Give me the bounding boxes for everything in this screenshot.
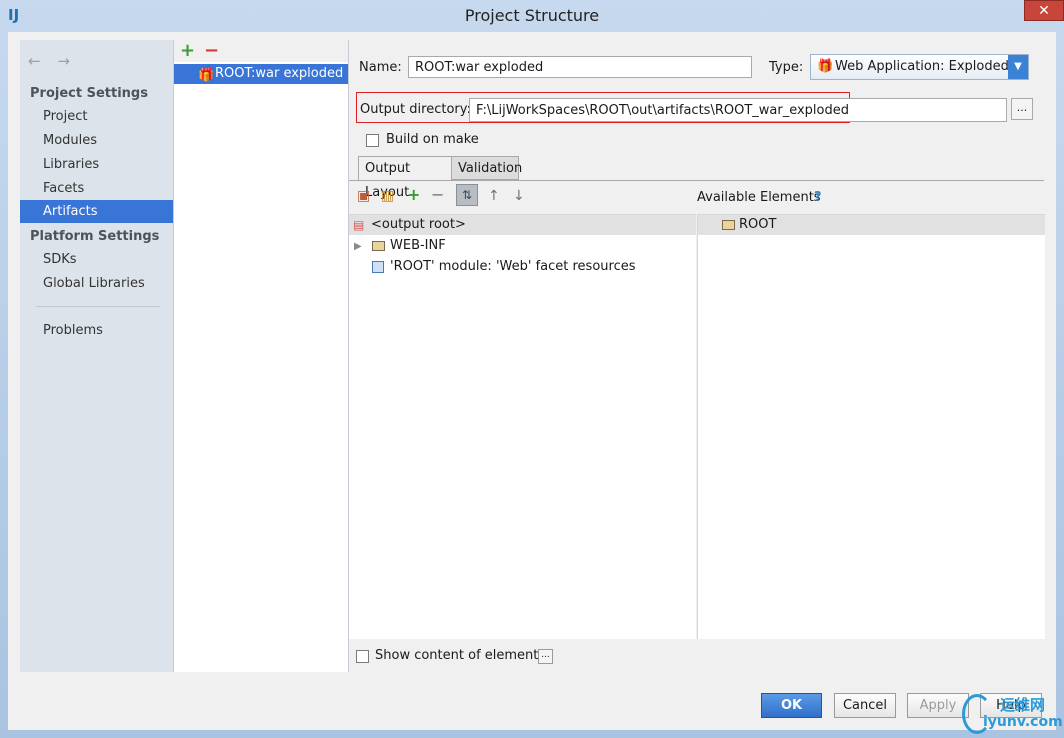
- project-structure-window: IJ Project Structure ✕ ← → Project Setti…: [0, 0, 1064, 738]
- build-on-make-checkbox[interactable]: [366, 134, 379, 147]
- add-element-icon[interactable]: +: [407, 185, 420, 204]
- tree-item-output-root[interactable]: <output root>: [371, 217, 466, 232]
- artifact-item[interactable]: 🎁 ROOT:war exploded: [174, 64, 348, 84]
- nav-item-artifacts[interactable]: Artifacts: [20, 200, 173, 223]
- create-directory-icon[interactable]: ▣: [357, 188, 370, 204]
- browse-button[interactable]: ...: [1011, 98, 1033, 120]
- artifact-editor: Name: ROOT:war exploded Type: 🎁 Web Appl…: [349, 40, 1045, 672]
- web-app-icon: 🎁: [817, 59, 834, 74]
- watermark-en: iyunv.com: [983, 714, 1063, 730]
- module-icon: [372, 261, 384, 273]
- nav-item-facets[interactable]: Facets: [20, 177, 173, 200]
- nav-arrows: ← →: [28, 52, 82, 70]
- move-down-icon[interactable]: ↓: [513, 188, 525, 204]
- show-content-checkbox[interactable]: [356, 650, 369, 663]
- close-button[interactable]: ✕: [1024, 0, 1064, 21]
- type-select[interactable]: 🎁 Web Application: Exploded ▼: [810, 54, 1029, 80]
- add-artifact-icon[interactable]: +: [180, 40, 195, 61]
- nav-item-libraries[interactable]: Libraries: [20, 153, 173, 176]
- build-on-make-label[interactable]: Build on make: [386, 132, 479, 147]
- remove-element-icon[interactable]: −: [431, 185, 444, 204]
- title-bar: IJ Project Structure ✕: [0, 0, 1064, 32]
- tree-item-web-inf[interactable]: WEB-INF: [390, 238, 446, 253]
- tab-divider: [349, 180, 1044, 181]
- expand-arrow-icon[interactable]: ▶: [354, 241, 362, 252]
- nav-item-problems[interactable]: Problems: [20, 319, 173, 342]
- available-elements-label: Available Elements: [697, 190, 821, 205]
- output-root-icon: ▤: [353, 218, 365, 232]
- output-layout-tree: ▤ <output root> ▶ WEB-INF 'ROOT' module:…: [349, 214, 696, 639]
- watermark-cn: 运维网: [1000, 696, 1046, 714]
- chevron-down-icon[interactable]: ▼: [1008, 55, 1028, 79]
- nav-section-project-settings: Project Settings: [30, 86, 148, 101]
- type-label: Type:: [769, 60, 804, 75]
- tree-item-facet-resources[interactable]: 'ROOT' module: 'Web' facet resources: [390, 259, 636, 274]
- dialog-body: ← → Project Settings Project Modules Lib…: [8, 32, 1056, 730]
- show-content-label[interactable]: Show content of elements: [375, 648, 545, 663]
- output-directory-input[interactable]: F:\LijWorkSpaces\ROOT\out\artifacts\ROOT…: [469, 98, 1007, 122]
- show-content-options-button[interactable]: ...: [538, 649, 553, 664]
- apply-button[interactable]: Apply: [907, 693, 969, 718]
- cancel-button[interactable]: Cancel: [834, 693, 896, 718]
- remove-artifact-icon[interactable]: −: [204, 40, 219, 61]
- ok-button[interactable]: OK: [761, 693, 822, 718]
- artifacts-toolbar: + −: [174, 40, 348, 62]
- artifact-item-label: ROOT:war exploded: [215, 66, 344, 81]
- forward-arrow-icon[interactable]: →: [57, 52, 70, 70]
- folder-icon: [722, 220, 735, 230]
- name-input[interactable]: ROOT:war exploded: [408, 56, 752, 78]
- available-item-root[interactable]: ROOT: [739, 217, 776, 232]
- name-label: Name:: [359, 60, 402, 75]
- tab-output-layout[interactable]: Output Layout: [358, 156, 452, 200]
- artifacts-list-panel: + − 🎁 ROOT:war exploded: [174, 40, 349, 672]
- back-arrow-icon[interactable]: ←: [28, 52, 41, 70]
- window-title: Project Structure: [464, 6, 600, 25]
- settings-nav: ← → Project Settings Project Modules Lib…: [20, 40, 174, 672]
- type-select-value: Web Application: Exploded: [835, 59, 1009, 74]
- nav-item-project[interactable]: Project: [20, 105, 173, 128]
- help-icon[interactable]: ?: [814, 190, 822, 205]
- nav-item-sdks[interactable]: SDKs: [20, 248, 173, 271]
- nav-section-platform-settings: Platform Settings: [30, 229, 160, 244]
- output-directory-label: Output directory:: [360, 102, 471, 117]
- nav-item-modules[interactable]: Modules: [20, 129, 173, 152]
- folder-icon: [372, 241, 385, 251]
- war-artifact-icon: 🎁: [198, 68, 215, 83]
- move-up-icon[interactable]: ↑: [488, 188, 500, 204]
- nav-item-global-libraries[interactable]: Global Libraries: [20, 272, 173, 295]
- nav-divider: [36, 306, 160, 307]
- tab-validation[interactable]: Validation: [451, 156, 522, 180]
- available-elements-tree: ROOT: [697, 214, 1045, 639]
- create-archive-icon[interactable]: ▥: [381, 188, 394, 204]
- sort-elements-icon[interactable]: ⇅: [456, 184, 478, 206]
